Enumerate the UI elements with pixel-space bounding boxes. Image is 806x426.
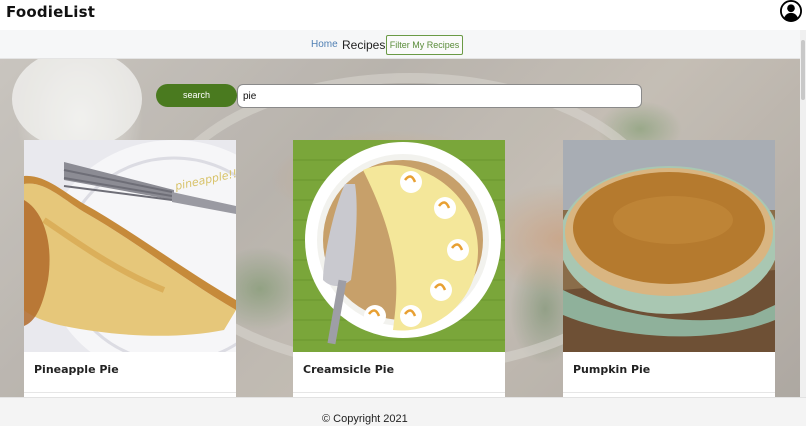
page-scrollbar[interactable]	[800, 30, 806, 397]
recipe-title[interactable]: Pineapple Pie	[34, 363, 119, 376]
recipe-card[interactable]: pineapple!! Pineapple Pie	[24, 140, 236, 397]
top-bar: FoodieList	[0, 0, 806, 30]
nav-link-home[interactable]: Home	[311, 39, 338, 50]
search-input[interactable]	[237, 84, 642, 108]
recipe-image-pumpkin-pie[interactable]	[563, 140, 775, 352]
recipe-card[interactable]: Pumpkin Pie	[563, 140, 775, 397]
search-button[interactable]: search	[156, 84, 237, 107]
copyright-text: © Copyright 2021	[322, 413, 408, 425]
nav-bar: Home Recipes Filter My Recipes	[0, 30, 806, 59]
recipe-card[interactable]: Creamsicle Pie	[293, 140, 505, 397]
filter-my-recipes-button[interactable]: Filter My Recipes	[386, 35, 463, 55]
footer: © Copyright 2021	[0, 397, 806, 426]
scrollbar-thumb[interactable]	[801, 40, 805, 100]
recipe-title[interactable]: Pumpkin Pie	[573, 363, 650, 376]
nav-link-recipes[interactable]: Recipes	[342, 38, 385, 52]
user-profile-icon[interactable]	[780, 0, 802, 22]
recipe-title[interactable]: Creamsicle Pie	[303, 363, 394, 376]
recipe-image-pineapple-pie[interactable]: pineapple!!	[24, 140, 236, 352]
brand-logo[interactable]: FoodieList	[6, 3, 95, 21]
recipe-image-creamsicle-pie[interactable]	[293, 140, 505, 352]
